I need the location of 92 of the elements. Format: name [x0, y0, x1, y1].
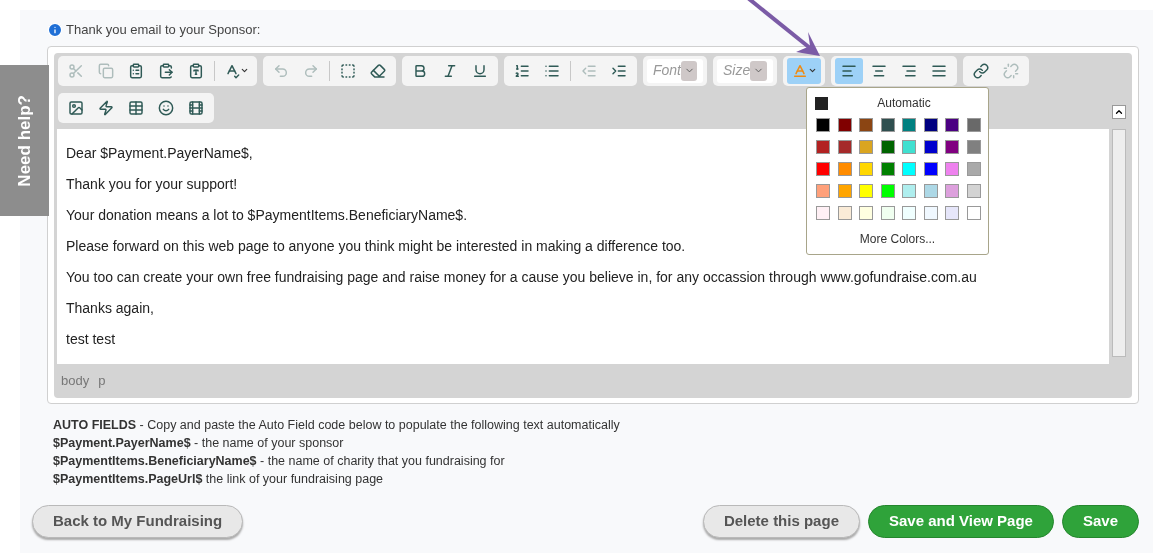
color-swatch[interactable]	[815, 96, 828, 110]
color-swatch[interactable]	[859, 206, 873, 220]
color-swatch[interactable]	[816, 118, 830, 132]
color-swatch[interactable]	[816, 140, 830, 154]
select-all-icon	[340, 62, 356, 79]
editor-paragraph: Your donation means a lot to $PaymentItems.BeneficiaryName$.	[66, 206, 468, 224]
color-swatch[interactable]	[945, 118, 959, 132]
field-label: Thank you email to your Sponsor:	[66, 21, 261, 39]
redo-icon	[303, 62, 319, 79]
color-swatch[interactable]	[837, 140, 852, 154]
scissors-icon	[68, 62, 84, 79]
color-swatch[interactable]	[816, 184, 830, 198]
select-field[interactable]: Size	[717, 58, 773, 83]
color-swatch[interactable]	[945, 140, 959, 154]
element-path[interactable]: p	[98, 370, 106, 391]
underline-icon	[472, 62, 488, 79]
color-swatch[interactable]	[880, 206, 895, 220]
color-swatch[interactable]	[837, 184, 852, 198]
color-swatch[interactable]	[902, 162, 916, 176]
auto-field-text: AUTO FIELDS - Copy and paste the Auto Field code below to populate the following text automatically	[53, 416, 621, 434]
paste-icon	[158, 62, 174, 79]
color-swatch[interactable]	[966, 140, 981, 154]
more-colors-link[interactable]: More Colors...	[859, 232, 936, 246]
color-swatch[interactable]	[816, 206, 830, 220]
color-swatch[interactable]	[902, 140, 916, 154]
color-swatch[interactable]	[923, 162, 938, 176]
editor-paragraph: Please forward on this web page to anyone you think might be interested in making a difference too.	[66, 237, 686, 255]
unlink-icon	[1003, 62, 1019, 79]
editor-paragraph: You too can create your own free fundraising page and raise money for a cause you believe in, for any occassion through www.gofundraise.com.au	[66, 268, 977, 286]
auto-field-text: $PaymentItems.PageUrl$ the link of your fundraising page	[53, 470, 385, 488]
color-swatch[interactable]	[859, 162, 873, 176]
help-tab[interactable]: Need help?	[0, 65, 49, 216]
dropdown-icon	[681, 60, 697, 81]
action-button[interactable]: Save and View Page	[868, 504, 1054, 538]
caret-icon	[807, 66, 817, 75]
eraser-icon	[370, 62, 386, 79]
select-field[interactable]: Font	[647, 58, 703, 83]
scroll-up-icon[interactable]	[1112, 104, 1126, 119]
color-swatch[interactable]	[837, 162, 852, 176]
numbered-list-icon	[514, 62, 530, 79]
color-swatch[interactable]	[902, 206, 916, 220]
color-swatch[interactable]	[859, 140, 873, 154]
color-swatch[interactable]	[966, 118, 981, 132]
color-swatch[interactable]	[859, 184, 873, 198]
element-path[interactable]: body	[61, 370, 90, 391]
dropdown-icon	[750, 60, 767, 81]
color-swatch[interactable]	[923, 206, 938, 220]
flash-icon	[98, 99, 114, 116]
table-icon	[128, 99, 144, 116]
action-button[interactable]: Delete this page	[702, 504, 860, 538]
editor-paragraph: Thanks again,	[66, 299, 154, 317]
text-color-icon	[791, 62, 808, 79]
color-swatch[interactable]	[945, 162, 959, 176]
editor-content[interactable]	[57, 128, 1109, 364]
italic-icon	[442, 62, 458, 79]
film-icon	[188, 99, 204, 116]
color-swatch[interactable]	[880, 184, 895, 198]
color-swatch[interactable]	[880, 162, 895, 176]
color-swatch[interactable]	[816, 162, 830, 176]
color-swatch[interactable]	[923, 140, 938, 154]
color-swatch[interactable]	[902, 118, 916, 132]
color-swatch[interactable]	[966, 162, 981, 176]
bold-icon	[412, 62, 428, 79]
paste-word-icon	[188, 62, 204, 79]
action-button[interactable]: Back to My Fundraising	[32, 504, 244, 538]
editor-paragraph: test test	[66, 330, 116, 348]
auto-field-text: $Payment.PayerName$ - the name of your sponsor	[53, 434, 345, 452]
undo-icon	[273, 62, 289, 79]
color-swatch[interactable]	[923, 184, 938, 198]
color-swatch[interactable]	[859, 118, 873, 132]
color-swatch[interactable]	[837, 118, 852, 132]
scrollbar-thumb[interactable]	[1112, 128, 1126, 357]
color-swatch[interactable]	[945, 206, 959, 220]
link-icon	[973, 62, 989, 79]
automatic-option[interactable]: Automatic	[828, 94, 980, 112]
color-swatch[interactable]	[966, 184, 981, 198]
caret-icon	[239, 66, 249, 75]
color-swatch[interactable]	[902, 184, 916, 198]
color-swatch[interactable]	[880, 140, 895, 154]
color-swatch[interactable]	[945, 184, 959, 198]
color-swatch[interactable]	[966, 206, 981, 220]
image-icon	[68, 99, 84, 116]
color-swatch[interactable]	[837, 206, 852, 220]
editor-paragraph: Thank you for your support!	[66, 175, 238, 193]
smiley-icon	[158, 99, 174, 116]
toolbar-button[interactable]	[835, 57, 863, 84]
editor-paragraph: Dear $Payment.PayerName$,	[66, 144, 253, 162]
auto-field-text: $PaymentItems.BeneficiaryName$ - the name of charity that you fundraising for	[53, 452, 506, 470]
copy-icon	[98, 62, 114, 79]
color-swatch[interactable]	[923, 118, 938, 132]
color-swatch[interactable]	[880, 118, 895, 132]
clipboard-icon	[128, 62, 144, 79]
